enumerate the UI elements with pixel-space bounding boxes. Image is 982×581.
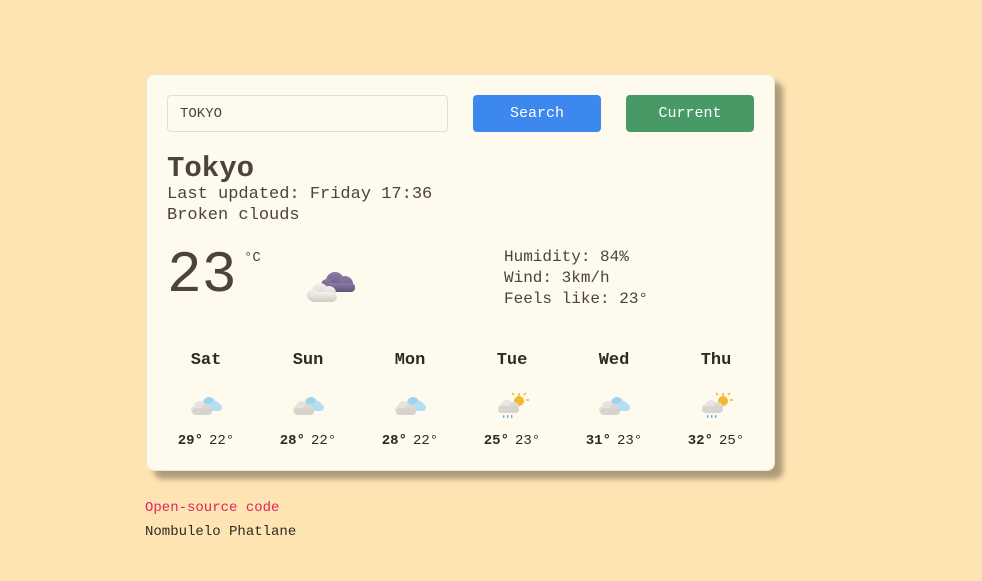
- open-source-link[interactable]: Open-source code: [145, 500, 279, 516]
- forecast-day-name: Sat: [190, 351, 222, 370]
- forecast-max-temp: 29°: [177, 433, 203, 449]
- cloudy-icon: [563, 387, 665, 425]
- forecast-day: Thu 32° 25°: [665, 350, 767, 449]
- forecast-min-temp: 22°: [209, 433, 235, 449]
- wind-speed: Wind: 3km/h: [504, 269, 610, 287]
- last-updated: Last updated: Friday 17:36: [167, 185, 433, 204]
- sun-rain-icon: [461, 387, 563, 425]
- forecast-day-name: Sun: [292, 351, 324, 370]
- forecast-max-temp: 32°: [687, 433, 713, 449]
- search-button[interactable]: Search: [473, 95, 601, 132]
- current-location-button[interactable]: Current: [626, 95, 754, 132]
- forecast-min-temp: 25°: [719, 433, 745, 449]
- feels-like: Feels like: 23°: [504, 290, 649, 308]
- weather-description: Broken clouds: [167, 206, 300, 225]
- forecast-day-name: Wed: [598, 351, 630, 370]
- forecast-min-temp: 23°: [515, 433, 541, 449]
- forecast-day: Mon 28° 22°: [359, 350, 461, 449]
- forecast-day: Tue 25° 23°: [461, 350, 563, 449]
- forecast-day-name: Thu: [700, 351, 732, 370]
- humidity: Humidity: 84%: [504, 248, 629, 266]
- forecast-day-name: Tue: [496, 351, 528, 370]
- city-name: Tokyo: [167, 152, 255, 185]
- cloudy-icon: [155, 387, 257, 425]
- forecast-min-temp: 23°: [617, 433, 643, 449]
- weather-details: Humidity: 84% Wind: 3km/h Feels like: 23…: [504, 247, 648, 310]
- weather-card: Search Current Tokyo Last updated: Frida…: [146, 74, 775, 471]
- forecast-min-temp: 22°: [311, 433, 337, 449]
- city-search-input[interactable]: [167, 95, 448, 132]
- cloudy-icon: [257, 387, 359, 425]
- forecast-day: Sun 28° 22°: [257, 350, 359, 449]
- forecast-day: Wed 31° 23°: [563, 350, 665, 449]
- broken-clouds-icon: [305, 265, 359, 310]
- forecast-day-name: Mon: [394, 351, 426, 370]
- forecast-max-temp: 28°: [381, 433, 407, 449]
- current-temperature: 23: [167, 244, 237, 309]
- forecast-day: Sat 29° 22°: [155, 350, 257, 449]
- sun-rain-icon: [665, 387, 767, 425]
- author-name: Nombulelo Phatlane: [145, 524, 297, 540]
- cloudy-icon: [359, 387, 461, 425]
- forecast-max-temp: 28°: [279, 433, 305, 449]
- forecast-min-temp: 22°: [413, 433, 439, 449]
- forecast-max-temp: 25°: [483, 433, 509, 449]
- forecast: Sat 29° 22° Sun 28° 22° Mon 28° 22° Tue …: [155, 350, 767, 449]
- temperature-unit[interactable]: °C: [244, 250, 261, 266]
- forecast-max-temp: 31°: [585, 433, 611, 449]
